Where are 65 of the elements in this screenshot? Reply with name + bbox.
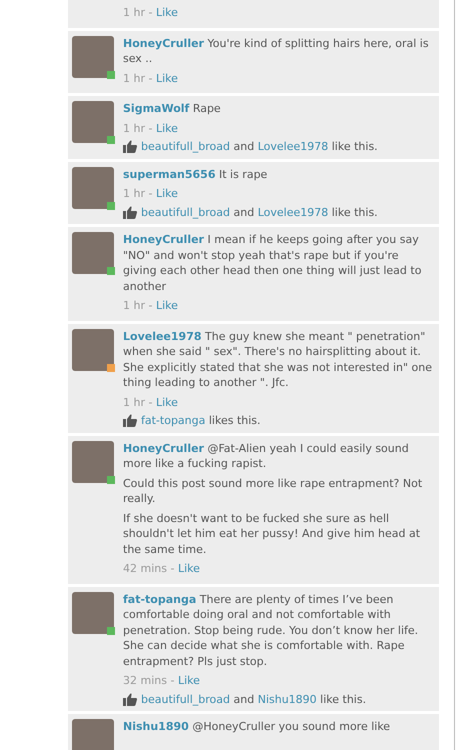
comment-text: HoneyCruller @Fat-Alien yeah I could easily sound more like a fucking rapist.	[123, 440, 410, 472]
liker-link[interactable]: beautifull_broad	[141, 206, 230, 218]
username-link[interactable]: HoneyCruller	[123, 233, 204, 246]
avatar-photo-placeholder	[72, 719, 114, 750]
likes-text: fat-topanga likes this.	[141, 413, 261, 428]
like-link[interactable]: Like	[156, 299, 178, 312]
avatar-photo-placeholder	[72, 166, 114, 208]
liker-link[interactable]: Nishu1890	[258, 692, 317, 706]
timestamp: 1 hr	[123, 72, 145, 84]
comment-text: If she doesn't want to be fucked she sure as hell shouldn't let him eat her pussy! And give him head at the same time.	[123, 510, 422, 557]
avatar-photo-placeholder	[72, 440, 114, 482]
username-link[interactable]: Nishu1890	[123, 720, 189, 733]
username-link[interactable]: fat-topanga	[123, 592, 196, 606]
like-link[interactable]: Like	[156, 6, 178, 19]
liker-link[interactable]: Lovelee1978	[258, 140, 328, 153]
avatar-photo-placeholder	[72, 36, 114, 78]
separator: -	[170, 562, 174, 575]
liker-link[interactable]: beautifull_broad	[141, 140, 230, 153]
separator: -	[148, 72, 152, 84]
comment-text: fat-topanga There are plenty of times I’ve been comfortable doing oral and not comfortable with penetration. Stop being rude. You don’t know her life. She can decide what she is comfortable with. Rape entrapment? Pls just stop.	[123, 592, 420, 669]
avatar-photo-placeholder	[72, 328, 114, 370]
timestamp: 42 mins	[123, 562, 167, 575]
timestamp: 1 hr	[123, 6, 145, 19]
separator: -	[148, 396, 152, 408]
avatar-photo-placeholder	[72, 101, 114, 143]
like-link[interactable]: Like	[156, 187, 178, 200]
thumbs-up-icon	[123, 692, 137, 706]
separator: -	[148, 6, 152, 19]
timestamp: 32 mins	[123, 674, 167, 687]
thumbs-up-icon	[123, 140, 137, 154]
timestamp: 1 hr	[123, 396, 145, 408]
separator: -	[148, 187, 152, 200]
liker-link[interactable]: beautifull_broad	[141, 692, 230, 706]
comment-text: superman5656 It is rape	[123, 166, 268, 182]
likes-text: beautifull_broad and Lovelee1978 like this.	[141, 204, 378, 220]
separator: -	[148, 122, 152, 134]
like-link[interactable]: Like	[156, 72, 178, 84]
comment-text: Lovelee1978 The guy knew she meant " penetration" when she said " sex". There's no hairsplitting about it. She explicitly stated that she was not interested in" one thing leading to another ". Jfc.	[123, 328, 433, 390]
avatar-photo-placeholder	[72, 592, 114, 634]
comment-text: Nishu1890 @HoneyCruller you sound more like	[123, 719, 392, 734]
comment-text: SigmaWolf Rape	[123, 101, 222, 116]
timestamp: 1 hr	[123, 122, 145, 134]
separator: -	[148, 299, 152, 312]
thumbs-up-icon	[123, 206, 137, 219]
likes-text: beautifull_broad and Nishu1890 like this.	[141, 692, 366, 707]
username-link[interactable]: HoneyCruller	[123, 36, 204, 50]
thumbs-up-icon	[123, 414, 137, 428]
username-link[interactable]: Lovelee1978	[123, 330, 202, 342]
like-link[interactable]: Like	[156, 122, 178, 134]
like-link[interactable]: Like	[178, 674, 200, 687]
timestamp: 1 hr	[123, 187, 145, 200]
like-link[interactable]: Like	[156, 396, 178, 408]
comment-text: HoneyCruller I mean if he keeps going after you say "NO" and won't stop yeah that's rape but if you're giving each other head then one thing will just lead to another	[123, 232, 422, 294]
likes-text: beautifull_broad and Lovelee1978 like this.	[141, 139, 378, 154]
comment-text: HoneyCruller You're kind of splitting hairs here, oral is sex ..	[123, 36, 430, 66]
username-link[interactable]: HoneyCruller	[123, 442, 204, 454]
avatar-photo-placeholder	[72, 232, 114, 274]
liker-link[interactable]: Lovelee1978	[258, 206, 328, 218]
separator: -	[170, 674, 174, 687]
timestamp: 1 hr	[123, 299, 145, 312]
like-link[interactable]: Like	[178, 562, 200, 575]
comment-text: Could this post sound more like rape entrapment? Not really.	[123, 476, 424, 506]
username-link[interactable]: SigmaWolf	[123, 102, 190, 115]
username-link[interactable]: superman5656	[123, 168, 216, 180]
liker-link[interactable]: fat-topanga	[141, 414, 206, 427]
